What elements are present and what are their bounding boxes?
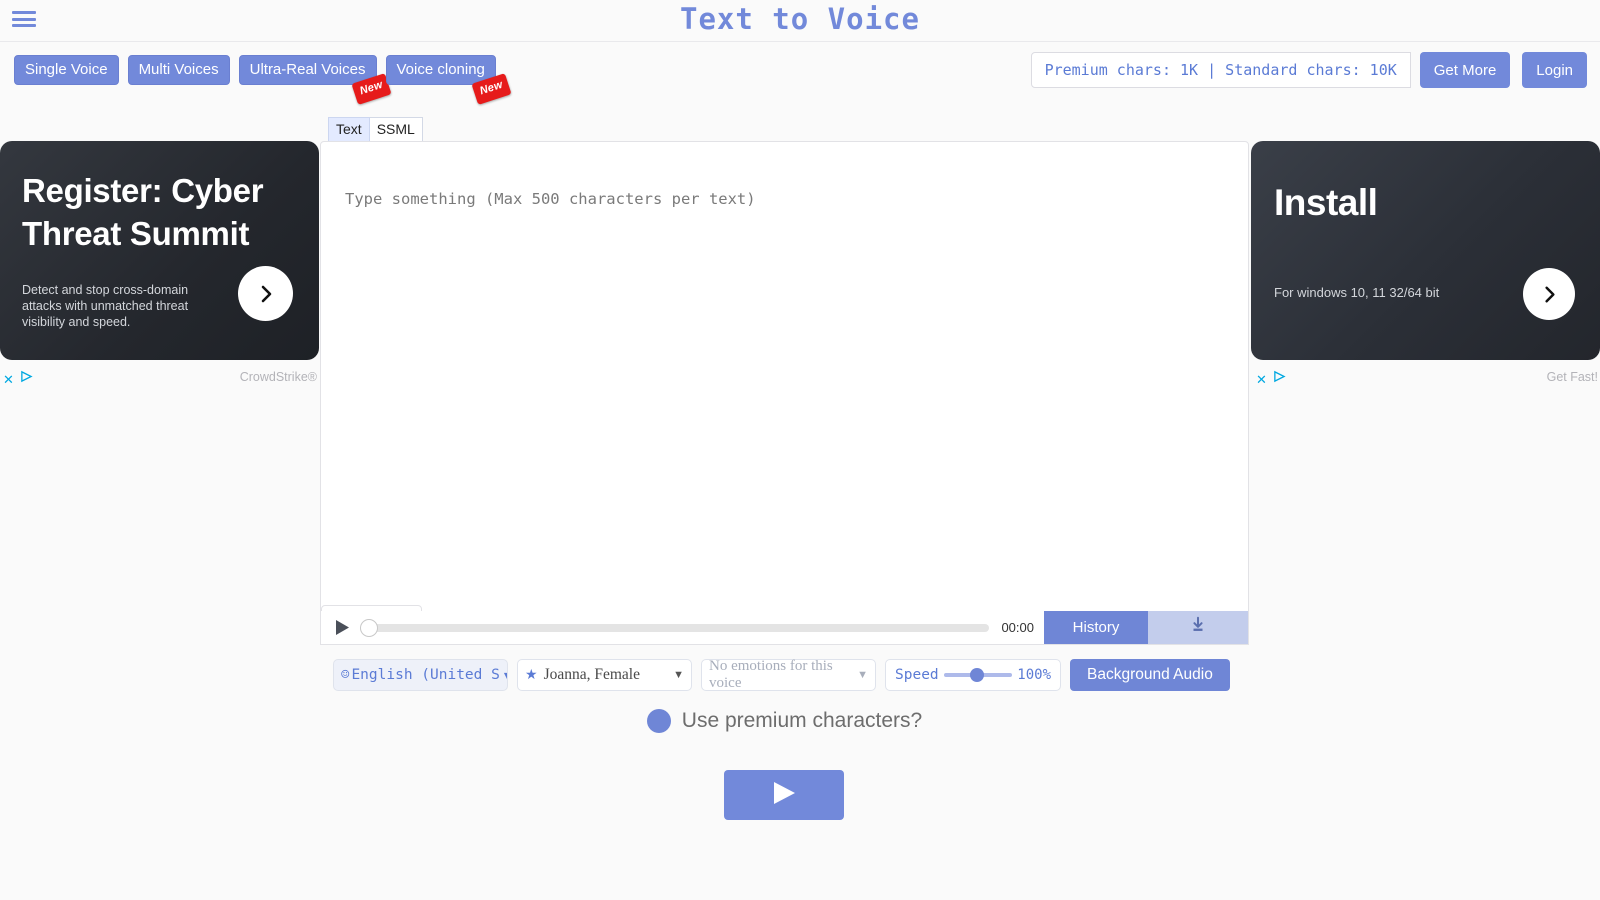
chevron-down-icon: ▼ <box>857 669 868 681</box>
speed-slider[interactable] <box>943 668 1012 682</box>
audio-track <box>370 623 990 632</box>
character-balance: Premium chars: 1K | Standard chars: 10K <box>1030 52 1411 88</box>
emotion-select-value: No emotions for this voice <box>709 658 833 691</box>
text-input-placeholder: Type something (Max 500 characters per t… <box>345 190 756 208</box>
play-icon[interactable] <box>335 619 350 636</box>
speed-slider-thumb[interactable] <box>969 668 984 682</box>
ad-right-footer-icons: ✕ <box>1256 370 1286 388</box>
chevron-right-icon[interactable] <box>1523 268 1575 320</box>
premium-characters-toggle[interactable] <box>646 709 671 733</box>
close-icon[interactable]: ✕ <box>3 373 14 386</box>
ad-left-brand: CrowdStrike® <box>239 370 317 384</box>
login-button[interactable]: Login <box>1522 52 1587 88</box>
mode-tab-label: Multi Voices <box>138 61 219 78</box>
mode-tab-label: Voice cloning <box>396 61 485 78</box>
top-bar: Text to Voice <box>0 0 1600 42</box>
voice-controls: ☺ English (United S ▼ ★ Joanna, Female ▼… <box>333 658 1230 691</box>
voice-select[interactable]: ★ Joanna, Female ▼ <box>517 659 692 691</box>
ad-right: Install For windows 10, 11 32/64 bit ✕ G… <box>1251 141 1600 390</box>
mode-tab-ultra-real-voices[interactable]: Ultra-Real Voices New <box>238 55 393 105</box>
ad-left-card[interactable]: Register: Cyber Threat Summit Detect and… <box>0 141 319 360</box>
speed-label: Speed <box>895 667 939 683</box>
speed-value: 100% <box>1017 667 1051 683</box>
ad-right-title: Install <box>1274 182 1378 223</box>
get-more-button[interactable]: Get More <box>1419 52 1511 88</box>
text-input-area[interactable]: Type something (Max 500 characters per t… <box>320 141 1249 633</box>
audio-seek-bar[interactable] <box>360 618 990 637</box>
ad-left-title: Register: Cyber Threat Summit <box>22 172 264 252</box>
mode-tab-label: Ultra-Real Voices <box>249 61 366 78</box>
star-icon: ★ <box>525 667 538 683</box>
mode-tab-multi-voices[interactable]: Multi Voices <box>127 55 230 85</box>
ad-left-footer: ✕ CrowdStrike® <box>0 370 319 386</box>
editor-tab-list: Text SSML <box>328 117 423 142</box>
tab-text[interactable]: Text <box>328 117 370 142</box>
page-title: Text to Voice <box>680 2 920 36</box>
adchoices-icon[interactable] <box>20 370 33 388</box>
play-icon <box>769 779 799 812</box>
mode-bar: Single Voice Multi Voices Ultra-Real Voi… <box>0 42 1600 105</box>
close-icon[interactable]: ✕ <box>1256 373 1267 386</box>
audio-player: 00:00 History <box>320 611 1249 645</box>
tab-ssml[interactable]: SSML <box>369 117 423 142</box>
adchoices-icon[interactable] <box>1273 370 1286 388</box>
premium-characters-label: Use premium characters? <box>681 709 923 732</box>
mode-tab-list: Single Voice Multi Voices Ultra-Real Voi… <box>14 55 512 105</box>
ad-left-footer-icons: ✕ <box>3 370 33 388</box>
mode-tab-single-voice[interactable]: Single Voice <box>14 55 119 85</box>
ad-right-card[interactable]: Install For windows 10, 11 32/64 bit <box>1251 141 1600 360</box>
voice-select-value: Joanna, Female <box>543 666 640 683</box>
speed-control: Speed 100% <box>885 659 1061 691</box>
ad-left-subtitle: Detect and stop cross-domain attacks wit… <box>22 283 189 329</box>
ad-right-subtitle: For windows 10, 11 32/64 bit <box>1274 285 1440 300</box>
download-icon <box>1189 616 1207 639</box>
ad-right-brand: Get Fast! <box>1546 370 1598 384</box>
account-area: Premium chars: 1K | Standard chars: 10K … <box>1030 52 1587 88</box>
mode-tab-voice-cloning[interactable]: Voice cloning New <box>385 55 512 105</box>
download-button[interactable] <box>1148 611 1248 644</box>
chevron-right-icon[interactable] <box>238 266 293 321</box>
background-audio-button[interactable]: Background Audio <box>1070 659 1230 691</box>
emotion-select[interactable]: No emotions for this voice ▼ <box>701 658 876 691</box>
chevron-down-icon: ▼ <box>673 669 684 681</box>
mode-tab-label: Single Voice <box>25 61 108 78</box>
ad-left: Register: Cyber Threat Summit Detect and… <box>0 141 319 390</box>
smiley-icon: ☺ <box>341 667 350 683</box>
language-select[interactable]: ☺ English (United S ▼ <box>333 659 508 691</box>
audio-time: 00:00 <box>1001 620 1034 635</box>
generate-speech-button[interactable] <box>724 770 844 820</box>
premium-characters-row: Use premium characters? <box>320 709 1249 733</box>
chevron-down-icon: ▼ <box>500 669 507 682</box>
audio-seek-thumb[interactable] <box>360 618 378 637</box>
ad-right-footer: ✕ Get Fast! <box>1251 370 1600 386</box>
history-button[interactable]: History <box>1044 611 1148 644</box>
language-select-value: English (United S <box>351 667 500 683</box>
